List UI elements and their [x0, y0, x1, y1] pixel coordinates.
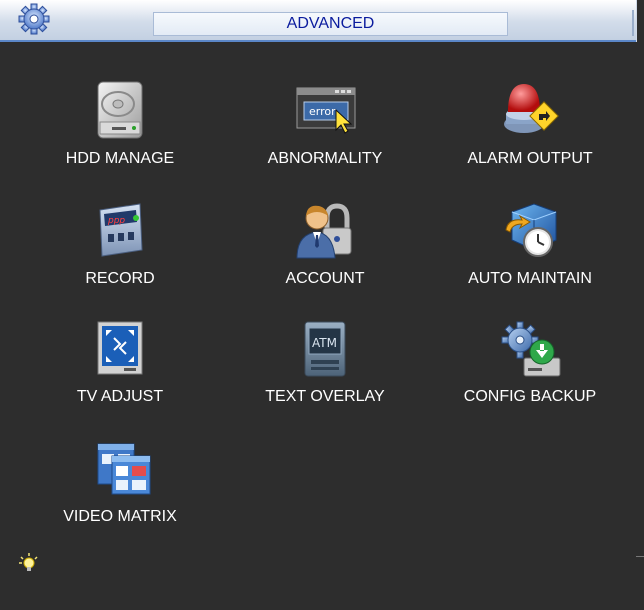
advanced-window: ADVANCED HDD MANAGE error ABNORMALITY AL… [0, 0, 644, 610]
menu-item-text-overlay[interactable]: ATM TEXT OVERLAY [225, 318, 425, 438]
menu-item-label: HDD MANAGE [65, 150, 175, 167]
svg-text:ppp: ppp [107, 216, 125, 226]
menu-item-alarm-output[interactable]: ALARM OUTPUT [430, 80, 630, 200]
atm-overlay-icon: ATM [304, 321, 346, 377]
menu-item-label: CONFIG BACKUP [463, 388, 597, 405]
video-matrix-icon [97, 443, 151, 495]
menu-item-label: ABNORMALITY [267, 150, 383, 167]
gear-icon [18, 3, 50, 35]
menu-item-label: VIDEO MATRIX [63, 508, 177, 525]
menu-item-account[interactable]: ACCOUNT [225, 200, 425, 320]
menu-item-label: RECORD [85, 270, 155, 287]
gear-backup-icon [501, 321, 561, 377]
menu-item-label: ALARM OUTPUT [467, 150, 593, 167]
divider [636, 556, 644, 557]
menu-item-video-matrix[interactable]: VIDEO MATRIX [20, 438, 220, 558]
user-lock-icon [296, 203, 352, 259]
menu-item-record[interactable]: ppp RECORD [20, 200, 220, 320]
menu-item-auto-maintain[interactable]: AUTO MAINTAIN [430, 200, 630, 320]
clock-maintain-icon [505, 203, 557, 257]
tv-adjust-icon [97, 321, 143, 375]
hard-drive-icon [97, 81, 143, 139]
title-bar: ADVANCED [0, 0, 644, 42]
window-title: ADVANCED [153, 12, 508, 36]
menu-item-label: TEXT OVERLAY [265, 388, 385, 405]
menu-item-abnormality[interactable]: error ABNORMALITY [225, 80, 425, 200]
menu-item-label: TV ADJUST [76, 388, 164, 405]
alarm-light-icon [504, 84, 559, 133]
menu-item-label: AUTO MAINTAIN [468, 270, 592, 287]
error-window-icon: error [296, 87, 356, 134]
record-icon: ppp [99, 203, 143, 257]
atm-text: ATM [312, 336, 337, 350]
menu-item-hdd-manage[interactable]: HDD MANAGE [20, 80, 220, 200]
title-bar-edge [632, 0, 644, 42]
menu-item-label: ACCOUNT [285, 270, 365, 287]
error-text: error [309, 105, 336, 118]
menu-item-config-backup[interactable]: CONFIG BACKUP [430, 318, 630, 438]
lightbulb-hint-icon [19, 553, 38, 571]
menu-item-tv-adjust[interactable]: TV ADJUST [20, 318, 220, 438]
